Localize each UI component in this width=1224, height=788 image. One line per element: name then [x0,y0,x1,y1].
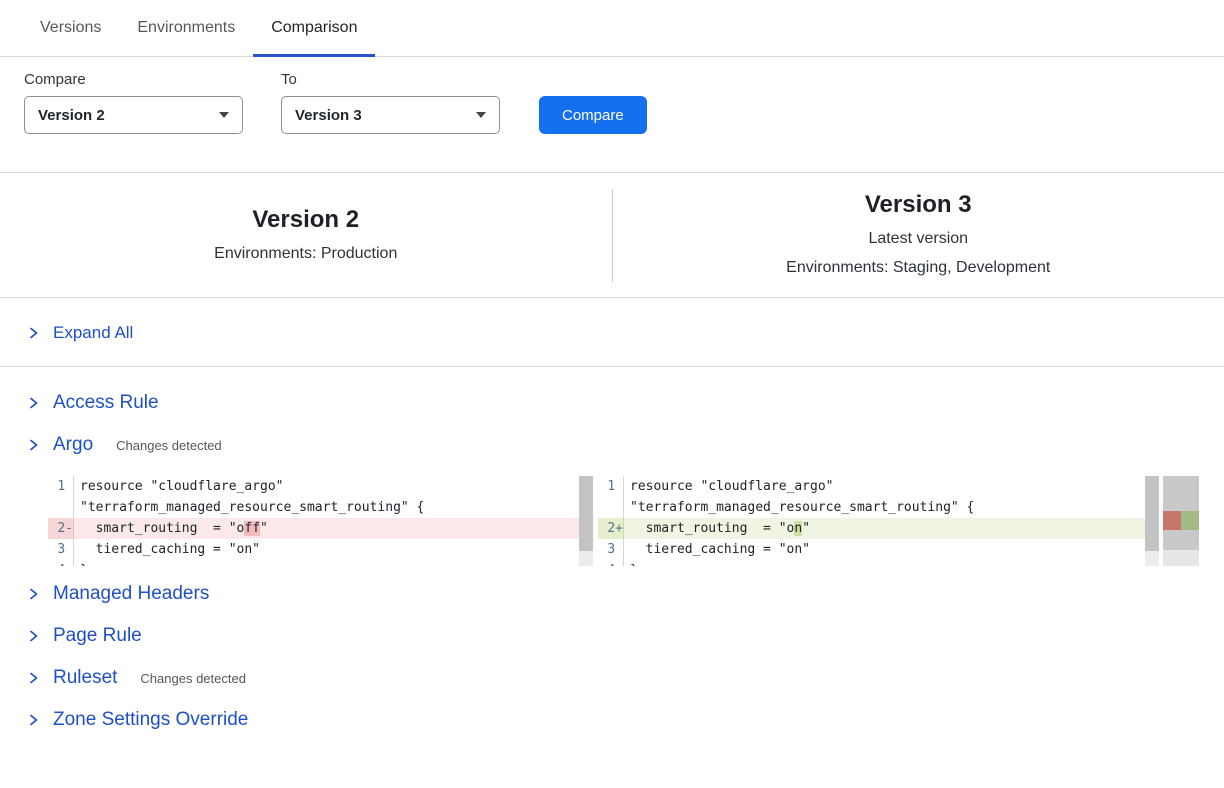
compare-to-value: Version 3 [295,107,362,124]
section-page-rule[interactable]: Page Rule [28,625,1224,647]
compare-from-value: Version 2 [38,107,105,124]
chevron-right-icon [28,714,39,726]
line-number [598,497,624,518]
diff-pane-right: 1 resource "cloudflare_argo" "terraform_… [598,476,1159,566]
section-zone-settings-override[interactable]: Zone Settings Override [28,709,1224,731]
chevron-right-icon [28,327,39,339]
section-argo[interactable]: Argo Changes detected [28,434,1224,456]
section-label: Ruleset [53,667,117,689]
added-code-line: 2+ smart_routing = "on" [598,518,1159,539]
scrollbar[interactable] [1145,476,1159,566]
code-line: 3 tiered_caching = "on" [48,539,593,560]
line-number: 2+ [598,518,624,539]
section-label: Argo [53,434,93,456]
tab-versions[interactable]: Versions [22,0,119,56]
caret-down-icon [476,112,486,118]
version-left-title: Version 2 [0,206,612,235]
line-number: 4 [48,560,74,566]
code-line: 3 tiered_caching = "on" [598,539,1159,560]
code-line: 1 resource "cloudflare_argo" [598,476,1159,497]
compare-label: Compare [24,71,243,88]
code-line: "terraform_managed_resource_smart_routin… [598,497,1159,518]
section-label: Page Rule [53,625,142,647]
section-access-rule[interactable]: Access Rule [28,392,1224,414]
section-label: Managed Headers [53,583,209,605]
version-panel-left: Version 2 Environments: Production [0,206,612,264]
scrollbar[interactable] [579,476,593,566]
section-ruleset[interactable]: Ruleset Changes detected [28,667,1224,689]
line-number: 1 [598,476,624,497]
code-line: 4 } [598,560,1159,566]
tab-environments[interactable]: Environments [119,0,253,56]
chevron-right-icon [28,588,39,600]
line-number [48,497,74,518]
chevron-right-icon [28,630,39,642]
version-panel-right: Version 3 Latest version Environments: S… [613,191,1224,279]
to-label: To [281,71,500,88]
expand-all-button[interactable]: Expand All [0,298,1224,366]
section-label: Access Rule [53,392,159,414]
compare-button[interactable]: Compare [539,96,647,134]
compare-from-field: Compare Version 2 [24,71,243,134]
line-number: 1 [48,476,74,497]
code-line: "terraform_managed_resource_smart_routin… [48,497,593,518]
changes-detected-badge: Changes detected [116,438,222,453]
caret-down-icon [219,112,229,118]
scrollbar-thumb[interactable] [1145,476,1159,551]
tab-bar: Versions Environments Comparison [0,0,1224,57]
line-number: 3 [48,539,74,560]
version-headers: Version 2 Environments: Production Versi… [0,173,1224,297]
expand-all-label: Expand All [53,323,133,343]
minimap-added-marker [1181,511,1199,530]
line-number: 3 [598,539,624,560]
version-right-subtitle: Latest version [613,228,1224,250]
section-managed-headers[interactable]: Managed Headers [28,583,1224,605]
code-line: 4 } [48,560,593,566]
compare-to-select[interactable]: Version 3 [281,96,500,134]
changes-detected-badge: Changes detected [140,671,246,686]
section-label: Zone Settings Override [53,709,248,731]
version-left-environments: Environments: Production [0,243,612,265]
version-right-environments: Environments: Staging, Development [613,257,1224,279]
chevron-right-icon [28,672,39,684]
code-line: 1 resource "cloudflare_argo" [48,476,593,497]
deleted-code-line: 2- smart_routing = "off" [48,518,593,539]
diff-pane-left: 1 resource "cloudflare_argo" "terraform_… [48,476,593,566]
tab-comparison[interactable]: Comparison [253,0,375,56]
line-number: 4 [598,560,624,566]
compare-form: Compare Version 2 To Version 3 Compare [24,71,1224,134]
minimap-deleted-marker [1163,511,1181,530]
compare-from-select[interactable]: Version 2 [24,96,243,134]
diff-minimap[interactable] [1163,476,1199,566]
chevron-right-icon [28,397,39,409]
version-right-title: Version 3 [613,191,1224,220]
compare-to-field: To Version 3 [281,71,500,134]
scrollbar-thumb[interactable] [579,476,593,551]
divider [0,366,1224,367]
chevron-right-icon [28,439,39,451]
argo-diff-viewer: 1 resource "cloudflare_argo" "terraform_… [48,476,1224,566]
line-number: 2- [48,518,74,539]
